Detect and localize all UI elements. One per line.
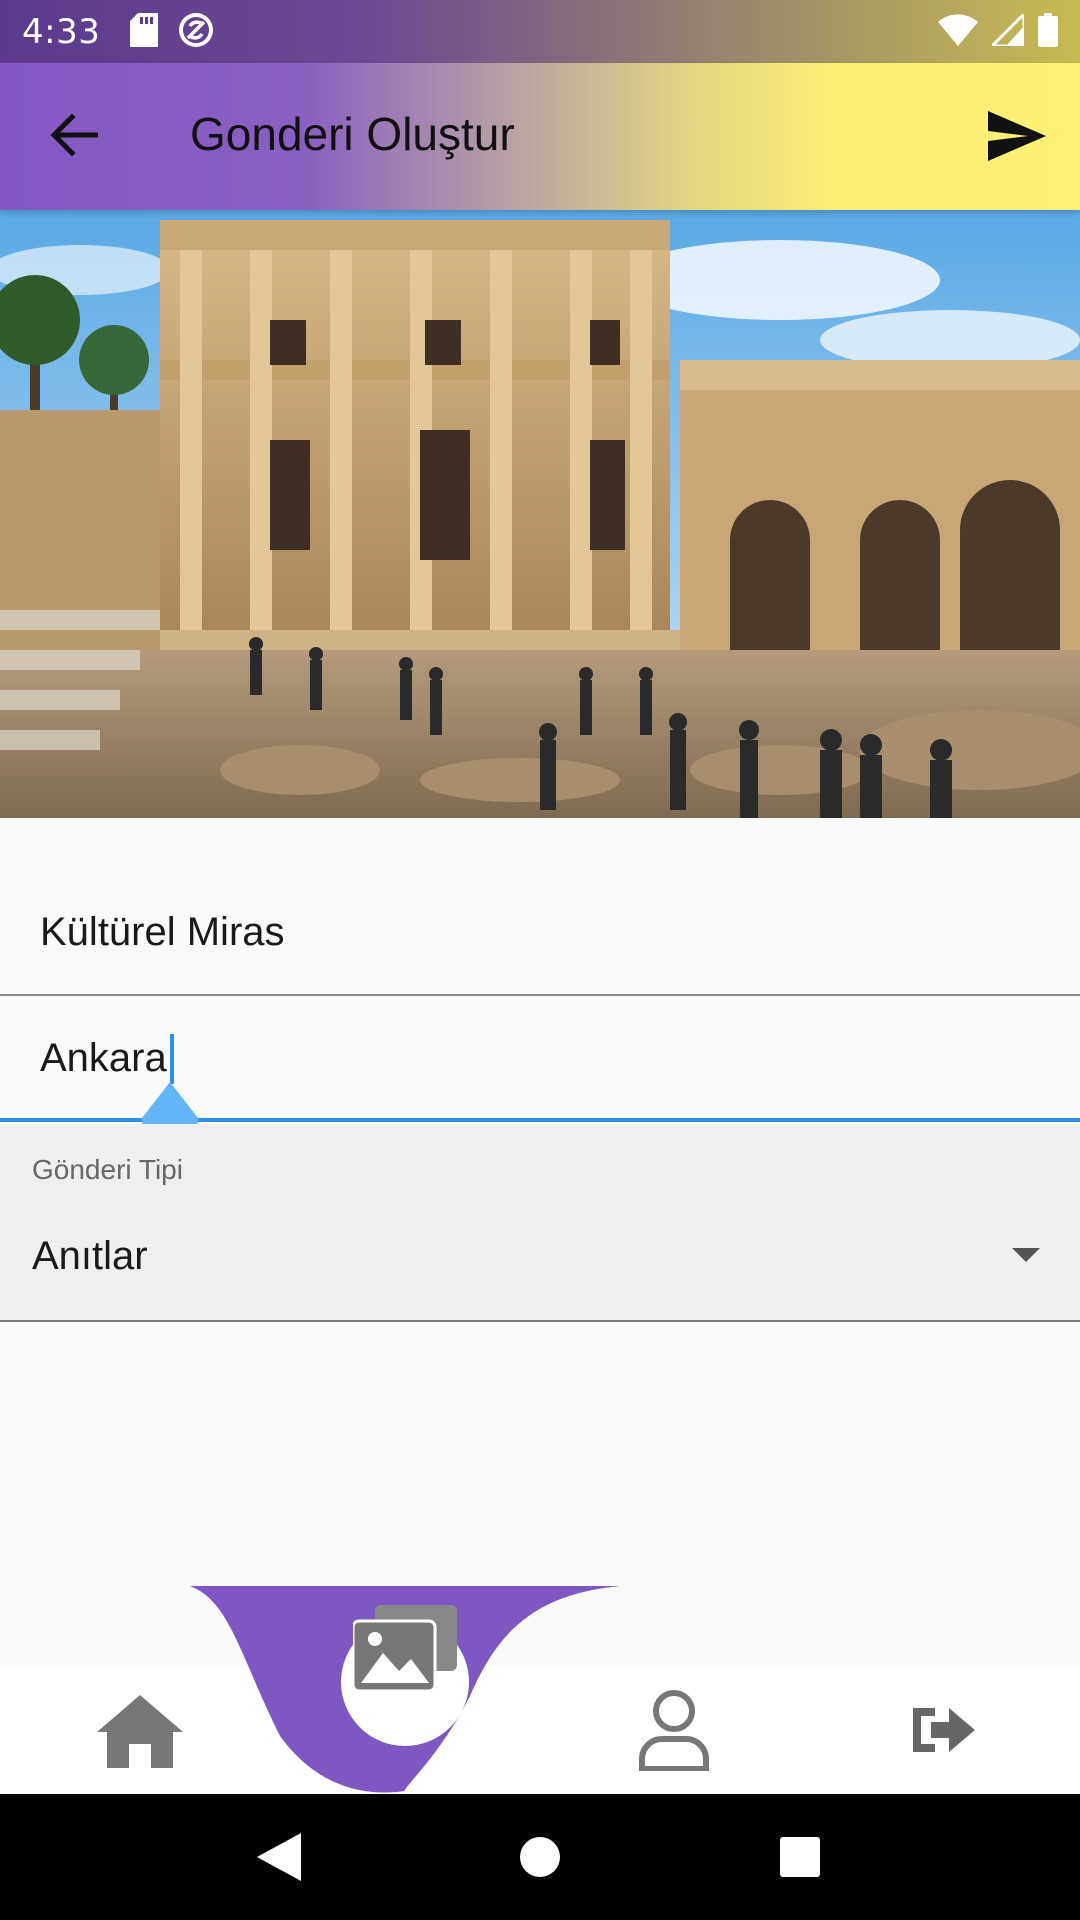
dropdown-underline [0,1320,1080,1322]
battery-icon [1038,12,1058,51]
sync-icon [178,12,214,52]
nav-logout[interactable] [844,1666,1044,1794]
send-button[interactable] [984,103,1050,169]
nav-profile[interactable] [574,1666,774,1794]
send-icon [988,111,1046,161]
logout-icon [913,1708,975,1752]
post-type-value: Anıtlar [32,1234,148,1278]
location-field-value: Ankara [40,1036,167,1080]
title-field[interactable]: Kültürel Miras [0,818,1080,996]
home-circle-icon [520,1837,560,1877]
home-icon [97,1695,183,1768]
location-field[interactable]: Ankara [0,996,1080,1146]
text-cursor [170,1034,174,1084]
photo-library-icon [353,1605,457,1691]
app-bar: Gonderi Oluştur [0,63,1080,210]
system-nav-bar [0,1794,1080,1920]
recents-square-icon [780,1837,820,1877]
system-back-button[interactable] [240,1817,320,1897]
post-type-dropdown[interactable]: Gönderi Tipi Anıtlar [0,1124,1080,1322]
bottom-nav [0,1586,1080,1794]
system-recents-button[interactable] [760,1817,840,1897]
system-home-button[interactable] [500,1817,580,1897]
wifi-icon [938,13,978,50]
chevron-down-icon [1012,1248,1040,1262]
arrow-back-icon [50,113,98,157]
status-time: 4:33 [22,11,101,52]
post-type-label: Gönderi Tipi [32,1154,183,1185]
status-bar: 4:33 [0,0,1080,63]
back-triangle-icon [257,1833,301,1881]
sd-card-icon [130,12,159,51]
nav-create-post[interactable] [305,1584,505,1712]
nav-home[interactable] [40,1666,240,1794]
back-button[interactable] [44,105,104,165]
signal-icon [988,9,1026,50]
title-field-value: Kültürel Miras [40,910,285,954]
page-title: Gonderi Oluştur [190,108,515,160]
person-icon [639,1690,709,1771]
post-image [0,210,1080,818]
